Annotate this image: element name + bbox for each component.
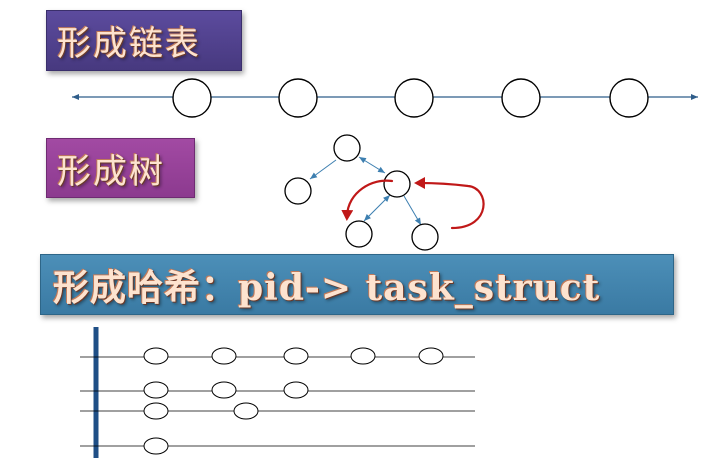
hash-node <box>143 381 169 399</box>
tree-edge <box>363 194 391 222</box>
hash-node <box>283 347 309 365</box>
hash-node <box>418 347 444 365</box>
tree-node <box>411 223 439 251</box>
tree-node <box>383 170 411 198</box>
red-arrow-right <box>414 177 485 230</box>
hash-node <box>143 347 169 365</box>
tree-edge <box>358 156 386 174</box>
tree-diagram <box>284 134 485 251</box>
list-node <box>278 78 318 118</box>
list-node <box>172 78 212 118</box>
list-node <box>501 78 541 118</box>
hash-node <box>143 402 169 420</box>
hash-node <box>283 381 309 399</box>
diagram-canvas <box>72 78 698 458</box>
tree-edge <box>309 159 337 180</box>
hash-node <box>211 381 237 399</box>
list-node <box>394 78 434 118</box>
list-node <box>609 78 649 118</box>
hash-node <box>211 347 237 365</box>
tree-node <box>333 134 361 162</box>
tree-edge <box>403 195 422 226</box>
hash-node <box>143 437 169 455</box>
tree-node <box>345 220 373 248</box>
hash-node <box>350 347 376 365</box>
tree-node <box>284 177 312 205</box>
hash-diagram <box>80 327 475 458</box>
linked-list-diagram <box>72 78 698 118</box>
hash-node <box>233 402 259 420</box>
